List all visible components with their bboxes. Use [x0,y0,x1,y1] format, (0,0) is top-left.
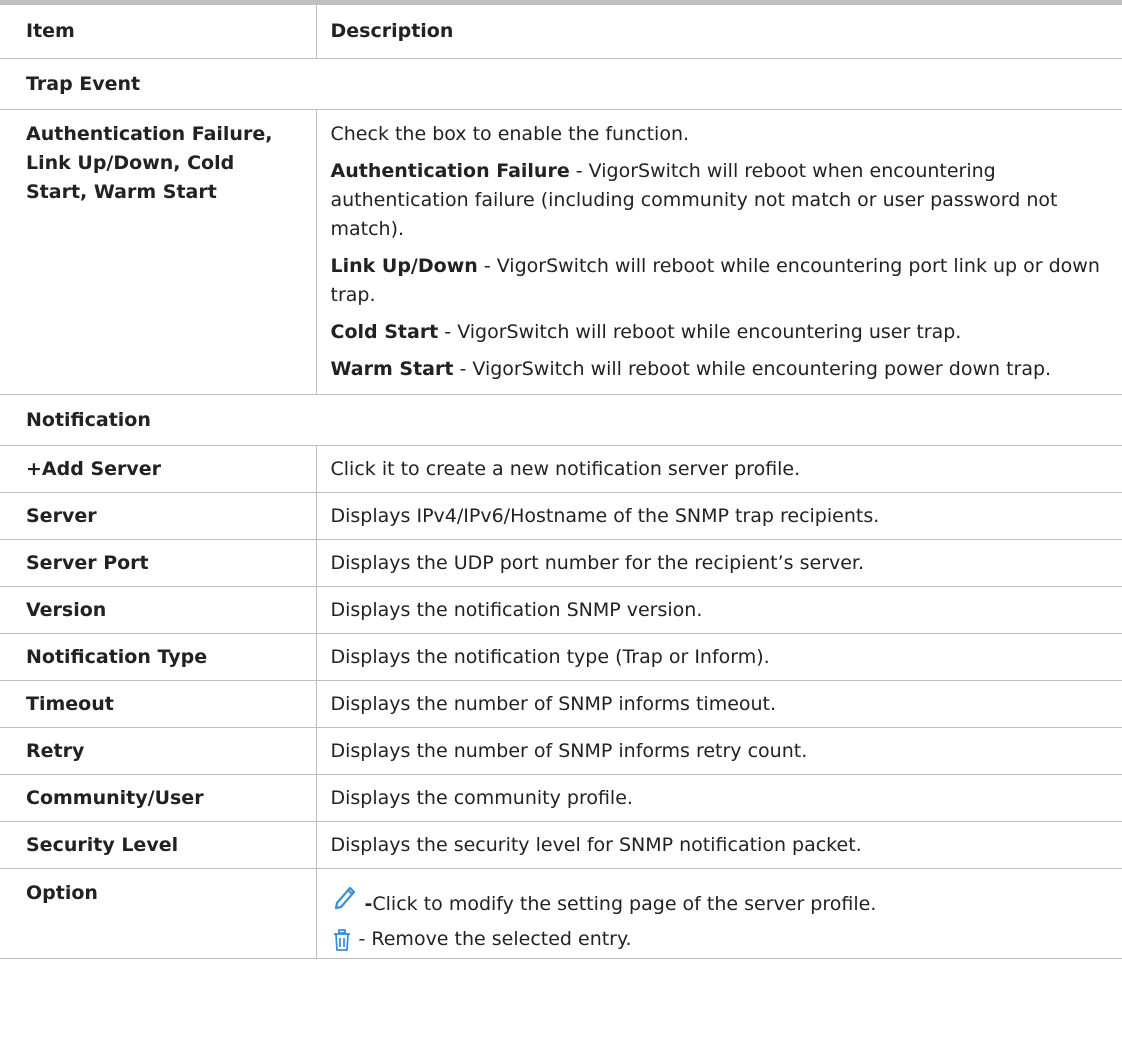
table-row: Retry Displays the number of SNMP inform… [0,727,1122,775]
entry-term: Warm Start [330,358,454,380]
table-row: Security Level Displays the security lev… [0,821,1122,869]
item-label: Option [26,882,98,904]
section-title: Notification [0,394,1122,446]
description-entry: Cold Start - VigorSwitch will reboot whi… [331,318,1105,347]
table-row: Timeout Displays the number of SNMP info… [0,680,1122,728]
option-edit-dash: - [364,893,373,915]
description-cell: Displays the UDP port number for the rec… [315,539,1122,587]
description-table: Item Description Trap Event Authenticati… [0,0,1122,959]
description-cell: Displays the community profile. [315,774,1122,822]
description-entry: Link Up/Down - VigorSwitch will reboot w… [331,252,1105,310]
description-cell: Displays the number of SNMP informs retr… [315,727,1122,775]
table-row: Option - Click to modify the setting pag… [0,868,1122,959]
item-label: Retry [0,727,316,775]
description-cell: Displays IPv4/IPv6/Hostname of the SNMP … [315,492,1122,540]
item-label: Server [0,492,316,540]
pencil-icon [331,879,359,919]
item-label: Timeout [0,680,316,728]
table-row: Notification Type Displays the notificat… [0,633,1122,681]
header-description: Description [315,0,1122,59]
item-label: Security Level [0,821,316,869]
description-cell: Check the box to enable the function. Au… [315,109,1122,395]
description-entry: Authentication Failure - VigorSwitch wil… [331,157,1105,244]
description-cell: Displays the security level for SNMP not… [315,821,1122,869]
option-remove-text: - Remove the selected entry. [358,928,632,950]
item-label: Server Port [0,539,316,587]
table-row: Server Port Displays the UDP port number… [0,539,1122,587]
description-cell: Displays the notification SNMP version. [315,586,1122,634]
option-edit-line: - Click to modify the setting page of th… [331,879,1105,919]
description-cell: Displays the notification type (Trap or … [315,633,1122,681]
option-edit-text: Click to modify the setting page of the … [372,893,877,915]
item-label: +Add Server [0,445,316,493]
item-label: Version [0,586,316,634]
item-label: Notification Type [0,633,316,681]
table-row: +Add Server Click it to create a new not… [0,445,1122,493]
table-row: Server Displays IPv4/IPv6/Hostname of th… [0,492,1122,540]
table-row: Community/User Displays the community pr… [0,774,1122,822]
table-header-row: Item Description [0,0,1122,59]
table-row: Version Displays the notification SNMP v… [0,586,1122,634]
option-remove-line: - Remove the selected entry. [331,925,1105,954]
entry-term: Link Up/Down [330,255,478,277]
description-cell: Displays the number of SNMP informs time… [315,680,1122,728]
entry-term: Authentication Failure [330,160,570,182]
description-cell: - Click to modify the setting page of th… [315,868,1122,959]
description-cell: Click it to create a new notification se… [315,445,1122,493]
table-row: Authentication Failure, Link Up/Down, Co… [0,109,1122,395]
section-trap-event: Trap Event [0,58,1122,110]
header-item: Item [0,0,316,59]
description-intro: Check the box to enable the function. [330,123,690,145]
entry-text: - VigorSwitch will reboot while encounte… [438,321,962,343]
section-notification: Notification [0,394,1122,446]
section-title: Trap Event [0,58,1122,110]
entry-term: Cold Start [330,321,439,343]
item-label: Authentication Failure, Link Up/Down, Co… [26,123,273,203]
description-entry: Warm Start - VigorSwitch will reboot whi… [331,355,1105,384]
entry-text: - VigorSwitch will reboot while encounte… [453,358,1052,380]
item-label: Community/User [0,774,316,822]
trash-icon [331,928,353,952]
